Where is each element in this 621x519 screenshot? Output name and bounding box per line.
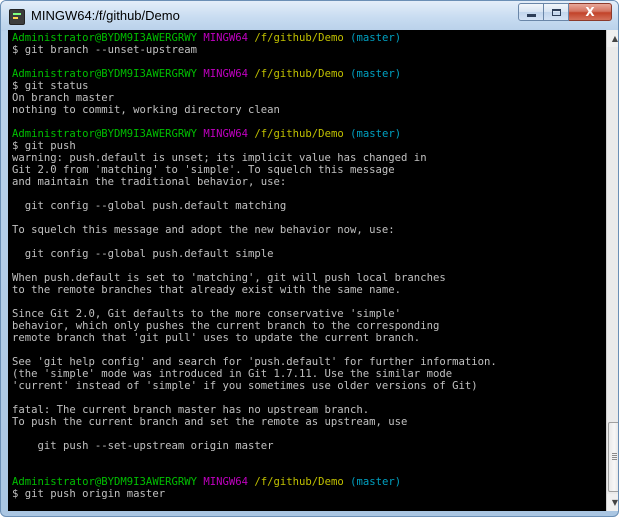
prompt-line: Administrator@BYDM9I3AWERGRWY MINGW64 /f…: [12, 68, 497, 80]
minimize-icon: [526, 13, 536, 17]
output-line: git config --global push.default matchin…: [12, 200, 287, 212]
prompt-user: Administrator@BYDM9I3AWERGRWY: [12, 68, 197, 80]
output-line: warning: push.default is unset; its impl…: [12, 152, 427, 164]
scrollbar-thumb[interactable]: [608, 422, 618, 492]
window-controls: X: [518, 3, 612, 22]
output-line: 'current' instead of 'simple' if you som…: [12, 380, 478, 392]
grip-icon: [612, 453, 617, 460]
prompt-branch: (master): [350, 32, 402, 44]
scroll-up-arrow-icon[interactable]: ▲: [607, 30, 618, 47]
output-line: $ git push: [12, 140, 76, 152]
scroll-down-arrow-icon[interactable]: ▼: [607, 494, 618, 511]
vertical-scrollbar[interactable]: ▲ ▼: [606, 30, 618, 511]
prompt-env: MINGW64: [203, 128, 249, 140]
prompt-user: Administrator@BYDM9I3AWERGRWY: [12, 128, 197, 140]
prompt-line: Administrator@BYDM9I3AWERGRWY MINGW64 /f…: [12, 476, 497, 488]
prompt-user: Administrator@BYDM9I3AWERGRWY: [12, 32, 197, 44]
prompt-env: MINGW64: [203, 476, 249, 488]
title-bar[interactable]: MINGW64:/f/github/Demo X: [1, 1, 618, 31]
close-icon: X: [585, 5, 595, 19]
prompt-line: Administrator@BYDM9I3AWERGRWY MINGW64 /f…: [12, 128, 497, 140]
output-line: remote branch that 'git pull' uses to up…: [12, 332, 421, 344]
output-line: (the 'simple' mode was introduced in Git…: [12, 368, 453, 380]
output-line: To push the current branch and set the r…: [12, 416, 408, 428]
output-line: $ git push origin master: [12, 488, 166, 500]
terminal-window: MINGW64:/f/github/Demo X Administrator@B…: [0, 0, 619, 517]
prompt-path: /f/github/Demo: [254, 476, 344, 488]
output-line: Git 2.0 from 'matching' to 'simple'. To …: [12, 164, 395, 176]
terminal-text: Administrator@BYDM9I3AWERGRWY MINGW64 /f…: [12, 32, 497, 500]
output-line: See 'git help config' and search for 'pu…: [12, 356, 497, 368]
maximize-button[interactable]: [544, 3, 569, 21]
output-line: git config --global push.default simple: [12, 248, 274, 260]
terminal-output-area[interactable]: Administrator@BYDM9I3AWERGRWY MINGW64 /f…: [8, 30, 606, 511]
output-line: Since Git 2.0, Git defaults to the more …: [12, 308, 402, 320]
prompt-path: /f/github/Demo: [254, 128, 344, 140]
prompt-branch: (master): [350, 128, 402, 140]
output-line: to the remote branches that already exis…: [12, 284, 402, 296]
prompt-path: /f/github/Demo: [254, 68, 344, 80]
prompt-path: /f/github/Demo: [254, 32, 344, 44]
output-line: git push --set-upstream origin master: [12, 440, 274, 452]
output-line: nothing to commit, working directory cle…: [12, 104, 280, 116]
output-line: and maintain the traditional behavior, u…: [12, 176, 287, 188]
output-line: On branch master: [12, 92, 115, 104]
prompt-branch: (master): [350, 68, 402, 80]
window-title: MINGW64:/f/github/Demo: [31, 8, 180, 23]
output-line: When push.default is set to 'matching', …: [12, 272, 446, 284]
prompt-user: Administrator@BYDM9I3AWERGRWY: [12, 476, 197, 488]
prompt-env: MINGW64: [203, 32, 249, 44]
minimize-button[interactable]: [518, 3, 544, 21]
prompt-line: Administrator@BYDM9I3AWERGRWY MINGW64 /f…: [12, 32, 497, 44]
close-button[interactable]: X: [569, 3, 612, 21]
output-line: $ git status: [12, 80, 89, 92]
output-line: To squelch this message and adopt the ne…: [12, 224, 395, 236]
prompt-branch: (master): [350, 476, 402, 488]
prompt-env: MINGW64: [203, 68, 249, 80]
output-line: behavior, which only pushes the current …: [12, 320, 440, 332]
output-line: $ git branch --unset-upstream: [12, 44, 197, 56]
output-line: fatal: The current branch master has no …: [12, 404, 370, 416]
terminal-icon[interactable]: [9, 9, 25, 25]
maximize-icon: [551, 8, 561, 16]
